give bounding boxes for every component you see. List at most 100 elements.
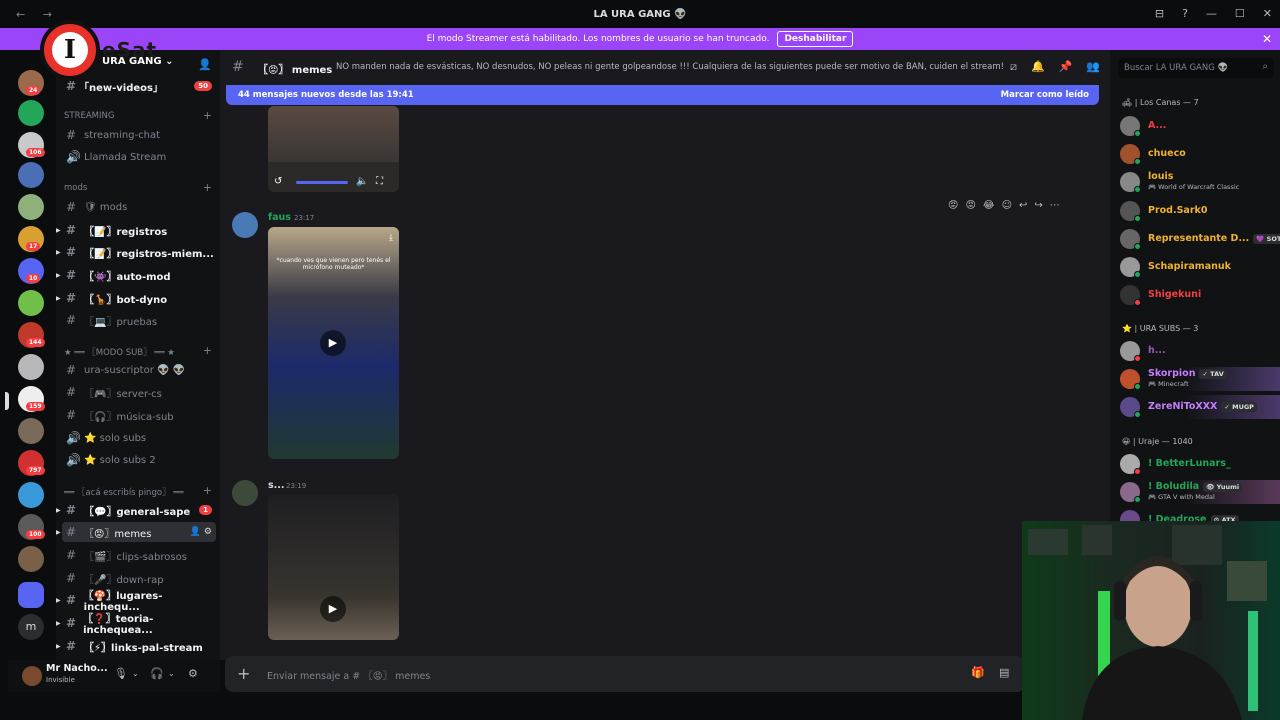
member-item[interactable]: Skorpion ✓ TAV 🎮 Minecraft	[1120, 367, 1280, 391]
channel-registros[interactable]: ▶ # 〖📝〗registros	[56, 220, 216, 240]
video-progress-bar[interactable]	[296, 181, 348, 184]
member-item[interactable]: A...	[1120, 114, 1280, 138]
close-icon[interactable]: ✕	[1262, 32, 1272, 46]
download-icon[interactable]: ⤓	[389, 233, 393, 243]
category-modo-sub[interactable]: ★ ══ 〖MODO SUB〗 ══ ★ +	[64, 344, 214, 358]
server-icon[interactable]	[18, 546, 44, 572]
avatar[interactable]	[232, 212, 258, 238]
gift-icon[interactable]: 🎁	[971, 666, 985, 679]
message-author[interactable]: faus	[268, 212, 291, 223]
message-input[interactable]: Enviar mensaje a # 〖😡〗 memes	[267, 668, 430, 682]
member-item[interactable]: ZereNiToXXX ✓ MUGP	[1120, 395, 1280, 419]
member-item[interactable]: louis 🎮 World of Warcraft Classic	[1120, 170, 1280, 194]
server-icon[interactable]	[18, 290, 44, 316]
gif-icon[interactable]: ▤	[999, 666, 1009, 679]
add-attachment-icon[interactable]: +	[237, 664, 250, 683]
disable-streamer-button[interactable]: Deshabilitar	[777, 31, 854, 47]
channel-topic[interactable]: NO manden nada de esvásticas, NO desnudo…	[336, 62, 1004, 72]
members-icon[interactable]: 👥	[1086, 60, 1100, 74]
volume-icon[interactable]: 🔈	[356, 176, 368, 187]
chevron-down-icon[interactable]: ⌄	[132, 669, 139, 678]
channel-lugares-inchequeables[interactable]: ▶ # 〖🍄〗lugares-inchequ...	[56, 590, 216, 613]
help-icon[interactable]: ?	[1182, 7, 1188, 20]
member-item[interactable]: chueco	[1120, 142, 1280, 166]
close-button[interactable]: ✕	[1263, 7, 1272, 20]
video-attachment[interactable]: ▶	[268, 494, 399, 640]
channel-new-videos[interactable]: # ｢new-videos｣ 50	[62, 76, 216, 96]
video-attachment[interactable]: *cuando ves que vienen pero tenés el mic…	[268, 227, 399, 459]
gear-icon[interactable]: ⚙	[188, 667, 198, 680]
server-icon[interactable]	[18, 418, 44, 444]
reaction-icon[interactable]: 😂	[983, 200, 995, 211]
mark-as-read-button[interactable]: Marcar como leído	[1001, 90, 1089, 100]
microphone-icon[interactable]: 🎙	[114, 667, 128, 680]
message-author[interactable]: s...	[268, 480, 284, 491]
channel-solo-subs[interactable]: 🔊 ⭐ solo subs	[62, 428, 216, 448]
channel-registros-miembros[interactable]: ▶ # 〖📝〗registros-miem...	[56, 242, 216, 262]
member-item[interactable]: Representante D...💜 SOTE	[1120, 227, 1280, 251]
channel-links-pal-stream[interactable]: ▶ # 〖⚡〗links-pal-stream	[56, 636, 216, 656]
play-icon[interactable]: ▶	[320, 330, 346, 356]
search-input[interactable]: Buscar LA URA GANG 👽 ⌕	[1118, 58, 1274, 78]
video-attachment[interactable]: ↺ 🔈 ⛶	[268, 106, 399, 192]
chevron-down-icon[interactable]: ⌄	[168, 669, 175, 678]
server-icon-m[interactable]: m	[18, 614, 44, 640]
channel-down-rap[interactable]: # 〖🎤〗down-rap	[62, 568, 216, 588]
message-composer[interactable]: + Enviar mensaje a # 〖😡〗 memes 🎁 ▤	[225, 656, 1025, 692]
channel-clips-sabrosos[interactable]: # 〖🎬〗clips-sabrosos	[62, 545, 216, 565]
channel-server-cs[interactable]: # 〖🎮〗server-cs	[62, 382, 216, 402]
add-channel-icon[interactable]: +	[203, 484, 212, 497]
category-streaming[interactable]: STREAMING +	[64, 109, 214, 122]
channel-ura-suscriptor[interactable]: # ura-suscriptor 👽 👽	[62, 360, 216, 380]
channel-auto-mod[interactable]: ▶ # 〖👾〗auto-mod	[56, 265, 216, 285]
user-name[interactable]: Mr Nacho...	[46, 663, 108, 674]
channel-mods[interactable]: # 🛡 mods	[62, 197, 216, 217]
server-icon[interactable]	[18, 354, 44, 380]
channel-llamada-stream[interactable]: 🔊 Llamada Stream	[62, 147, 216, 167]
member-item[interactable]: ! BetterLunars_	[1120, 452, 1280, 476]
channel-bot-dyno[interactable]: ▶ # 〖🦒〗bot-dyno	[56, 288, 216, 308]
maximize-button[interactable]: ☐	[1235, 7, 1245, 20]
avatar[interactable]	[22, 666, 42, 686]
add-member-icon[interactable]: 👤	[198, 58, 212, 71]
channel-memes[interactable]: ▶ # 〖😡〗memes 👤 ⚙	[56, 522, 216, 542]
add-reaction-icon[interactable]: ☺	[1002, 200, 1012, 211]
server-icon[interactable]	[18, 162, 44, 188]
category-mods[interactable]: mods +	[64, 181, 214, 194]
pin-icon[interactable]: 📌	[1059, 60, 1073, 74]
channel-teoria-inchequeables[interactable]: ▶ # 〖❓〗teoria-inchequea...	[56, 613, 216, 636]
member-item[interactable]: ! Boludila 👁 Yuumi 🎮 GTA V with Medal	[1120, 480, 1280, 504]
new-messages-bar[interactable]: 44 mensajes nuevos desde las 19:41 Marca…	[226, 85, 1099, 105]
channel-general-sape[interactable]: ▶ # 〖💬〗general-sape 1	[56, 500, 216, 520]
member-item[interactable]: h...	[1120, 339, 1280, 363]
channel-pruebas[interactable]: # 〖💻〗pruebas	[62, 310, 216, 330]
minimize-button[interactable]: —	[1206, 7, 1217, 20]
reply-icon[interactable]: ↩	[1019, 200, 1027, 211]
reaction-icon[interactable]: 😡	[948, 200, 958, 211]
channel-solo-subs-2[interactable]: 🔊 ⭐ solo subs 2	[62, 450, 216, 470]
reaction-icon[interactable]: 😡	[965, 200, 975, 211]
play-icon[interactable]: ▶	[320, 596, 346, 622]
threads-icon[interactable]: ⧄	[1010, 60, 1017, 74]
channel-settings-icon[interactable]: 👤 ⚙	[190, 527, 212, 537]
more-icon[interactable]: ⋯	[1050, 200, 1060, 211]
category-aca-escribis[interactable]: ══ 〖acá escribís pingo〗 ══ +	[64, 484, 214, 498]
bell-icon[interactable]: 🔔	[1031, 60, 1045, 74]
avatar[interactable]	[232, 480, 258, 506]
inbox-icon[interactable]: ⊟	[1155, 7, 1164, 20]
add-channel-icon[interactable]: +	[203, 109, 212, 122]
channel-musica-sub[interactable]: # 〖🎧〗música-sub	[62, 405, 216, 425]
channel-streaming-chat[interactable]: # streaming-chat	[62, 125, 216, 145]
folder-icon[interactable]	[18, 582, 44, 608]
add-channel-icon[interactable]: +	[203, 344, 212, 357]
member-item[interactable]: Schapiramanuk	[1120, 255, 1280, 279]
headphones-icon[interactable]: 🎧	[150, 667, 164, 680]
server-icon[interactable]	[18, 482, 44, 508]
member-item[interactable]: Shigekuni	[1120, 283, 1280, 307]
server-icon[interactable]	[18, 100, 44, 126]
member-item[interactable]: Prod.Sark0	[1120, 199, 1280, 223]
fullscreen-icon[interactable]: ⛶	[376, 176, 383, 187]
add-channel-icon[interactable]: +	[203, 181, 212, 194]
server-icon[interactable]	[18, 194, 44, 220]
forward-icon[interactable]: ↪	[1034, 200, 1042, 211]
